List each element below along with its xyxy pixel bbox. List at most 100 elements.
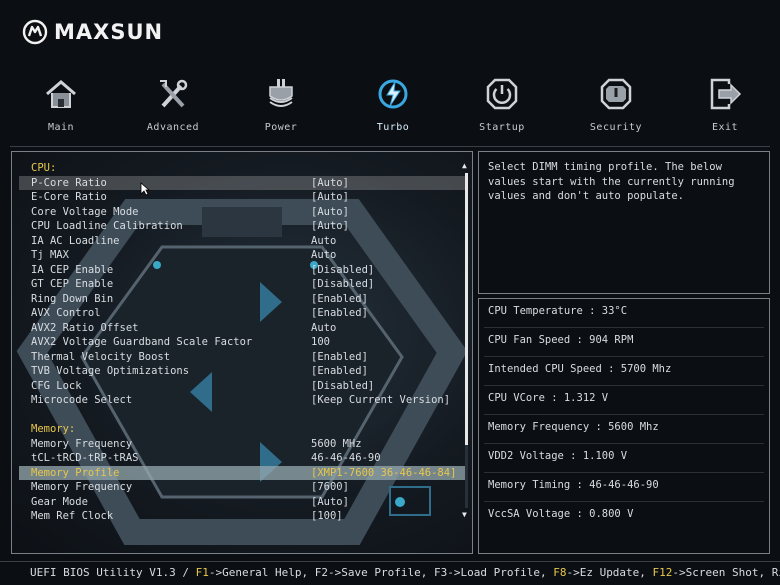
setting-row[interactable]: AVX Control [Enabled]: [19, 306, 465, 321]
setting-row[interactable]: CPU Loadline Calibration [Auto]: [19, 219, 465, 234]
setting-row[interactable]: Core Voltage Mode [Auto]: [19, 205, 465, 220]
setting-value[interactable]: [Disabled]: [311, 379, 374, 394]
maxsun-logo-mark-icon: [22, 19, 48, 45]
setting-name: Memory Frequency: [31, 481, 133, 493]
setting-row[interactable]: Thermal Velocity Boost [Enabled]: [19, 350, 465, 365]
setting-row[interactable]: Ring Down Bin [Enabled]: [19, 292, 465, 307]
setting-value[interactable]: [Auto]: [311, 219, 349, 234]
setting-name: tCL-tRCD-tRP-tRAS: [31, 452, 139, 464]
setting-name: IA CEP Enable: [31, 263, 114, 276]
home-icon: [41, 74, 81, 114]
footer-hotkeys: UEFI BIOS Utility V1.3 / F1->General Hel…: [0, 561, 780, 585]
setting-value[interactable]: [XMP1-7600 36-46-46-84]: [311, 466, 456, 481]
security-shield-icon: [596, 74, 636, 114]
exit-icon: [705, 74, 745, 114]
setting-value: Auto: [311, 234, 337, 247]
footer-hotkey: F8: [553, 566, 567, 579]
tab-advanced[interactable]: Advanced: [128, 74, 218, 142]
setting-row[interactable]: GT CEP Enable [Disabled]: [19, 277, 465, 292]
nav-divider: [10, 146, 770, 147]
setting-value[interactable]: [Enabled]: [311, 350, 368, 365]
tab-turbo[interactable]: Turbo: [348, 74, 438, 142]
tab-power-label: Power: [264, 122, 298, 133]
settings-panel: CPU: P-Core Ratio [Auto] E-Core Ratio [Auto]…: [11, 151, 473, 554]
setting-name: Memory Frequency: [31, 437, 133, 450]
tab-exit[interactable]: Exit: [680, 74, 770, 142]
setting-name: AVX Control: [31, 307, 101, 319]
setting-name: Gear Mode: [31, 495, 88, 508]
setting-name: GT CEP Enable: [31, 278, 114, 290]
setting-name: Ring Down Bin: [31, 292, 114, 305]
setting-row[interactable]: Microcode Select [Keep Current Version]: [19, 393, 465, 408]
tab-startup[interactable]: Startup: [457, 74, 547, 142]
status-item: VDD2 Voltage : 1.100 V: [488, 450, 628, 462]
status-item: Memory Timing : 46-46-46-90: [488, 479, 659, 491]
setting-value[interactable]: [Disabled]: [311, 263, 374, 278]
tab-security[interactable]: Security: [571, 74, 661, 142]
setting-value[interactable]: [Enabled]: [311, 292, 368, 307]
scrollbar[interactable]: ▲ ▼: [462, 161, 469, 521]
setting-row[interactable]: tCL-tRCD-tRP-tRAS 46-46-46-90: [19, 451, 465, 466]
status-item: CPU Temperature : 33°C: [488, 305, 628, 317]
turbo-icon: [373, 74, 413, 114]
scroll-up-arrow-icon[interactable]: ▲: [462, 161, 467, 170]
setting-value[interactable]: [Keep Current Version]: [311, 393, 450, 408]
setting-value[interactable]: [Enabled]: [311, 306, 368, 321]
setting-row[interactable]: TVB Voltage Optimizations [Enabled]: [19, 364, 465, 379]
top-navigation: Main Advanced Power Turbo Startup Securi…: [0, 74, 780, 142]
setting-name: AVX2 Voltage Guardband Scale Factor: [31, 336, 253, 348]
footer-text: UEFI BIOS Utility V1.3 /: [30, 566, 196, 579]
setting-value[interactable]: [Auto]: [311, 176, 349, 191]
setting-value[interactable]: [Auto]: [311, 205, 349, 220]
maxsun-logo: MAXSUN: [22, 16, 163, 48]
setting-row[interactable]: AVX2 Ratio Offset Auto: [19, 321, 465, 336]
help-text: Select DIMM timing profile. The below va…: [488, 161, 735, 202]
setting-value[interactable]: [Disabled]: [311, 277, 374, 292]
tab-security-label: Security: [589, 122, 643, 133]
setting-value: 100: [311, 336, 330, 348]
setting-value: Auto: [311, 321, 337, 334]
setting-value: Auto: [311, 249, 337, 261]
setting-row[interactable]: Gear Mode [Auto]: [19, 495, 465, 510]
setting-name: Mem Ref Clock: [31, 510, 114, 522]
setting-name: Microcode Select: [31, 394, 133, 406]
setting-name: Core Voltage Mode: [31, 205, 139, 218]
setting-name: IA AC Loadline: [31, 234, 120, 247]
footer-hotkey: F12: [652, 566, 673, 579]
setting-row[interactable]: Memory Profile [XMP1-7600 36-46-46-84]: [19, 465, 465, 481]
footer-hotkey: F1: [195, 566, 209, 579]
setting-value: 5600 MHz: [311, 437, 362, 450]
setting-row[interactable]: IA CEP Enable [Disabled]: [19, 263, 465, 278]
status-item: VccSA Voltage : 0.800 V: [488, 508, 634, 520]
setting-name: CFG Lock: [31, 379, 82, 392]
setting-name: CPU Loadline Calibration: [31, 220, 183, 232]
section-header: Memory:: [19, 422, 465, 437]
setting-value[interactable]: [7600]: [311, 480, 349, 495]
scroll-thumb[interactable]: [465, 173, 468, 445]
setting-value[interactable]: [Auto]: [311, 190, 349, 205]
setting-row[interactable]: AVX2 Voltage Guardband Scale Factor 100: [19, 335, 465, 350]
status-divider: [484, 501, 764, 502]
setting-name: CPU:: [31, 162, 57, 174]
setting-row[interactable]: CFG Lock [Disabled]: [19, 379, 465, 394]
setting-value[interactable]: [Enabled]: [311, 364, 368, 379]
setting-row[interactable]: Memory Frequency [7600]: [19, 480, 465, 495]
settings-list: CPU: P-Core Ratio [Auto] E-Core Ratio [Auto]…: [19, 161, 465, 524]
tab-main[interactable]: Main: [16, 74, 106, 142]
section-header: CPU:: [19, 161, 465, 176]
setting-row[interactable]: Memory Frequency 5600 MHz: [19, 437, 465, 452]
setting-row[interactable]: P-Core Ratio [Auto]: [19, 175, 465, 191]
setting-row[interactable]: E-Core Ratio [Auto]: [19, 190, 465, 205]
spacer-row: [19, 408, 465, 423]
help-panel: Select DIMM timing profile. The below va…: [478, 151, 770, 294]
tab-power[interactable]: Power: [236, 74, 326, 142]
setting-row[interactable]: IA AC Loadline Auto: [19, 234, 465, 249]
setting-value[interactable]: [100]: [311, 509, 343, 524]
setting-name: Thermal Velocity Boost: [31, 350, 171, 363]
status-item: Memory Frequency : 5600 Mhz: [488, 421, 659, 433]
setting-value[interactable]: [Auto]: [311, 495, 349, 510]
setting-row[interactable]: Mem Ref Clock [100]: [19, 509, 465, 524]
setting-row[interactable]: Tj MAX Auto: [19, 248, 465, 263]
scroll-down-arrow-icon[interactable]: ▼: [462, 510, 467, 519]
status-item: CPU VCore : 1.312 V: [488, 392, 609, 404]
